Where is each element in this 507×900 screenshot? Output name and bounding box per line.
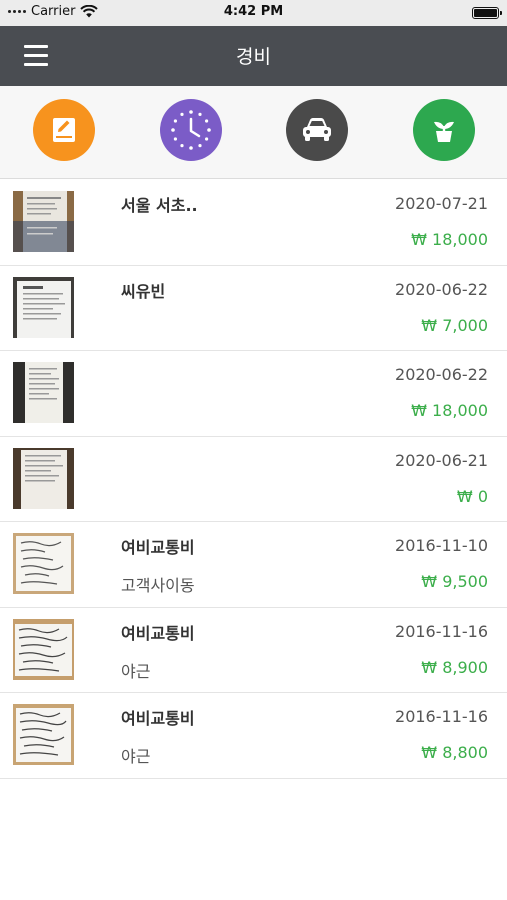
category-button-plant[interactable]: [413, 99, 475, 161]
battery-icon: [472, 7, 502, 19]
category-bar: [0, 86, 507, 179]
expense-subtitle: 야근: [121, 747, 151, 766]
list-item[interactable]: 2020-06-21 ₩ 0: [0, 436, 507, 522]
expense-date: 2020-07-21: [395, 194, 488, 213]
expense-title: 씨유빈: [121, 281, 166, 301]
list-item[interactable]: 여비교통비 2016-11-10 고객사이동 ₩ 9,500: [0, 522, 507, 608]
expense-date: 2016-11-16: [395, 707, 488, 726]
expense-date: 2016-11-16: [395, 621, 488, 641]
receipt-thumbnail: [13, 704, 74, 765]
expense-amount: ₩ 18,000: [411, 230, 488, 249]
expense-date: 2020-06-22: [395, 279, 488, 299]
status-time: 4:42 PM: [223, 4, 284, 19]
receipt-thumbnail: [13, 447, 74, 509]
expense-amount: ₩ 9,500: [421, 572, 488, 591]
page-title: 경비: [236, 46, 271, 68]
category-button-edit[interactable]: [33, 99, 95, 161]
receipt-thumbnail: [13, 276, 74, 338]
expense-title: 서울 서초..: [121, 196, 198, 215]
expense-amount: ₩ 0: [456, 486, 488, 506]
receipt-thumbnail: [13, 362, 74, 423]
category-button-clock[interactable]: [160, 99, 222, 161]
edit-note-icon: [53, 118, 75, 142]
status-bar: Carrier 4:42 PM: [0, 0, 507, 26]
clock-icon: [171, 110, 211, 150]
expense-title: 여비교통비: [121, 709, 195, 728]
receipt-thumbnail: [13, 618, 74, 680]
expense-list: 서울 서초.. 2020-07-21 ₩ 18,000 씨유빈 2020-06-…: [0, 180, 507, 779]
category-button-car[interactable]: [286, 99, 348, 161]
receipt-thumbnail: [13, 533, 74, 594]
car-icon: [303, 118, 331, 141]
list-item[interactable]: 여비교통비 2016-11-16 야근 ₩ 8,900: [0, 607, 507, 693]
expense-amount: ₩ 18,000: [411, 401, 488, 420]
plant-icon: [434, 121, 454, 142]
list-item[interactable]: 2020-06-22 ₩ 18,000: [0, 351, 507, 437]
list-item[interactable]: 여비교통비 2016-11-16 야근 ₩ 8,800: [0, 693, 507, 779]
nav-bar: 경비: [0, 26, 507, 86]
expense-date: 2020-06-22: [395, 365, 488, 384]
expense-subtitle: 고객사이동: [121, 576, 195, 595]
expense-amount: ₩ 8,900: [421, 657, 488, 677]
expense-date: 2016-11-10: [395, 536, 488, 555]
list-item[interactable]: 서울 서초.. 2020-07-21 ₩ 18,000: [0, 180, 507, 266]
expense-title: 여비교통비: [121, 623, 195, 643]
expense-amount: ₩ 8,800: [421, 743, 488, 762]
expense-subtitle: 야근: [121, 661, 151, 681]
receipt-thumbnail: [13, 191, 74, 252]
expense-amount: ₩ 7,000: [421, 315, 488, 335]
expense-title: 여비교통비: [121, 538, 195, 557]
list-item[interactable]: 씨유빈 2020-06-22 ₩ 7,000: [0, 265, 507, 351]
expense-date: 2020-06-21: [395, 450, 488, 470]
